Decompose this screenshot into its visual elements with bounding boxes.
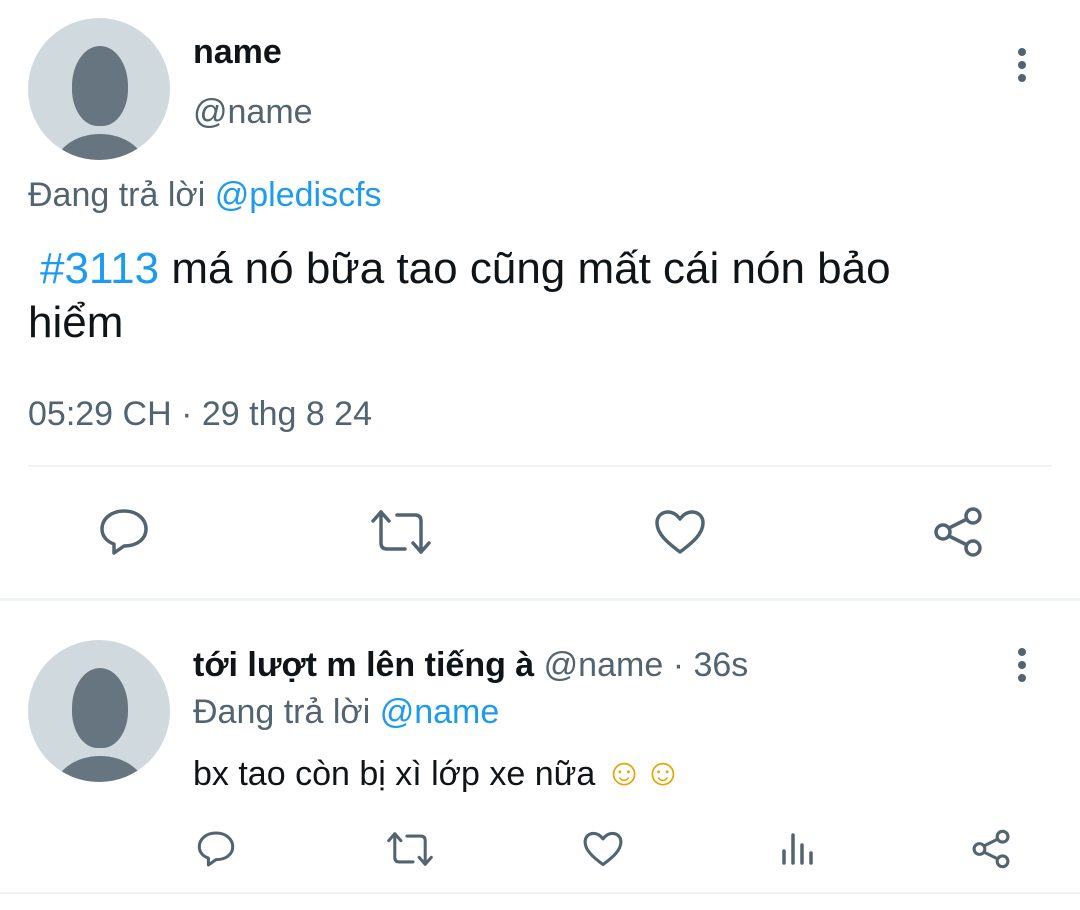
share-icon — [934, 507, 982, 557]
reply-text-content: bx tao còn bị xì lớp xe nữa — [193, 755, 596, 793]
more-vertical-icon — [1018, 48, 1026, 82]
more-options-button[interactable] — [1002, 44, 1042, 86]
author-avatar[interactable] — [28, 18, 170, 160]
heart-icon — [583, 831, 623, 867]
retweet-icon — [387, 832, 433, 866]
author-display-name[interactable]: name — [193, 32, 282, 72]
like-button[interactable] — [648, 502, 712, 562]
replying-prefix: Đang trả lời — [28, 176, 206, 214]
reply-like-button[interactable] — [578, 826, 628, 872]
heart-icon — [655, 510, 705, 554]
reply-author-avatar[interactable] — [28, 640, 170, 782]
reply-display-name[interactable]: tới lượt m lên tiếng à — [193, 646, 534, 684]
reply-share-button[interactable] — [966, 826, 1016, 872]
author-handle[interactable]: @name — [193, 92, 313, 132]
reply-replying-to-line: Đang trả lời @name — [193, 691, 499, 733]
reply-button[interactable] — [92, 502, 156, 562]
reply-bubble-icon — [197, 831, 235, 867]
reply-replying-prefix: Đang trả lời — [193, 693, 371, 731]
reply-replying-to-link[interactable]: @name — [380, 693, 500, 731]
tweet-text-line1: má nó bữa tao cũng mất cái nón bảo — [159, 244, 891, 293]
share-icon — [972, 829, 1010, 869]
reply-header: tới lượt m lên tiếng à @name · 36s — [193, 644, 748, 686]
reply-text: bx tao còn bị xì lớp xe nữa ☺☺ — [193, 752, 682, 795]
reply-retweet-button[interactable] — [382, 826, 438, 872]
bar-chart-icon — [782, 833, 813, 865]
reply-reply-button[interactable] — [192, 826, 240, 872]
tweet-text: #3113 má nó bữa tao cũng mất cái nón bảo… — [28, 242, 1048, 350]
reply-bubble-icon — [100, 509, 148, 555]
retweet-button[interactable] — [366, 502, 436, 562]
replying-to-line: Đang trả lời @plediscfs — [28, 175, 382, 215]
smiling-emoji: ☺☺ — [604, 752, 683, 794]
reply-separator: · — [672, 646, 685, 684]
tweet-timestamp[interactable]: 05:29 CH · 29 thg 8 24 — [28, 393, 372, 435]
reply-time[interactable]: 36s — [693, 646, 748, 684]
hashtag-link[interactable]: #3113 — [40, 244, 159, 293]
reply-views-button[interactable] — [774, 826, 820, 872]
reply-handle[interactable]: @name — [544, 646, 664, 684]
section-divider — [0, 598, 1080, 601]
more-vertical-icon — [1018, 648, 1026, 682]
share-button[interactable] — [926, 502, 990, 562]
reply-more-options-button[interactable] — [1002, 644, 1042, 686]
divider — [28, 465, 1052, 467]
retweet-icon — [371, 510, 431, 554]
replying-to-link[interactable]: @plediscfs — [215, 176, 382, 214]
tweet-text-line2: hiểm — [28, 298, 124, 347]
bottom-divider — [0, 892, 1080, 894]
